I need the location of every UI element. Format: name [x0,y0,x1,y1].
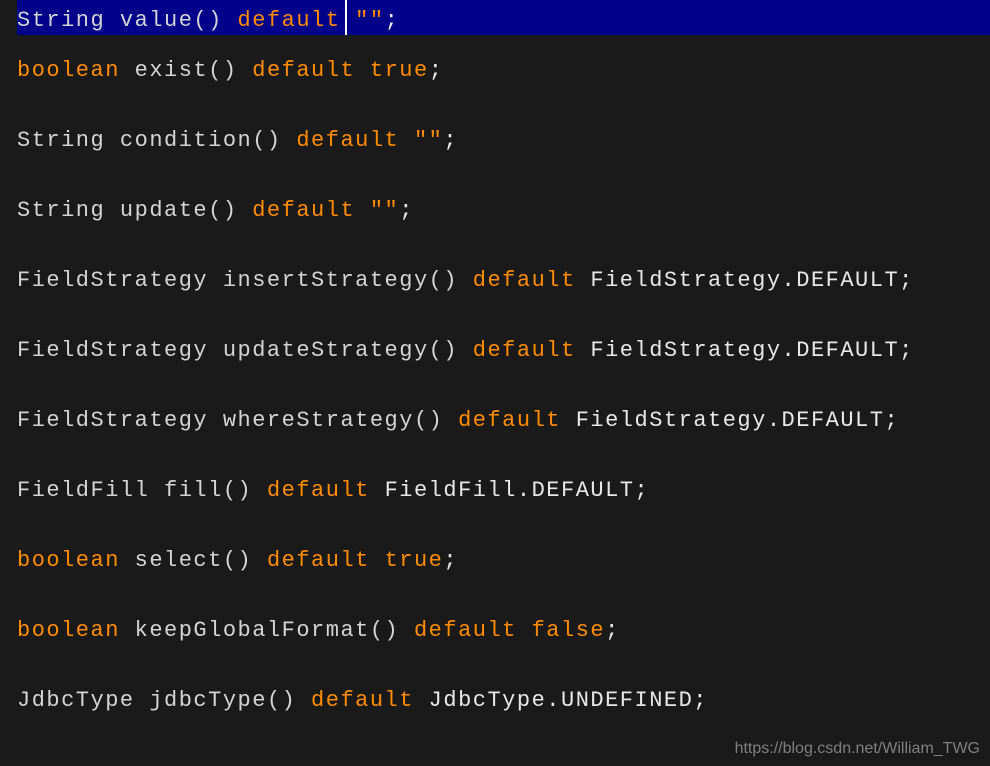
code-token: ; [605,618,620,643]
code-token: default [267,548,385,573]
code-token: default [473,338,591,363]
code-token: exist() [120,58,252,83]
code-token: FieldStrategy whereStrategy() [17,408,458,433]
code-token: default [473,268,591,293]
code-line[interactable]: FieldStrategy insertStrategy() default F… [17,245,990,315]
code-token: FieldStrategy.DEFAULT; [590,338,913,363]
code-token: String update() [17,198,252,223]
code-token: true [385,548,444,573]
code-token: keepGlobalFormat() [120,618,414,643]
code-token: false [532,618,606,643]
code-token: boolean [17,618,120,643]
code-token: ; [399,198,414,223]
code-token: select() [120,548,267,573]
code-token: FieldFill.DEFAULT; [385,478,650,503]
code-line[interactable]: boolean keepGlobalFormat() default false… [17,595,990,665]
code-token: FieldStrategy updateStrategy() [17,338,473,363]
code-token: ; [443,128,458,153]
code-token: String value() [17,8,238,33]
code-line[interactable]: boolean select() default true; [17,525,990,595]
code-token: boolean [17,58,120,83]
code-token: default [311,688,429,713]
code-token: "" [370,198,399,223]
code-token: default [267,478,385,503]
code-token: default [414,618,532,643]
code-line[interactable]: FieldFill fill() default FieldFill.DEFAU… [17,455,990,525]
code-token: default [252,198,370,223]
code-line[interactable]: String condition() default ""; [17,105,990,175]
code-token: ; [429,58,444,83]
code-token: boolean [17,548,120,573]
code-token: default [252,58,370,83]
code-token: FieldFill fill() [17,478,267,503]
code-token: ; [385,8,400,33]
code-line[interactable]: FieldStrategy whereStrategy() default Fi… [17,385,990,455]
watermark: https://blog.csdn.net/William_TWG [735,740,980,758]
code-line[interactable]: boolean exist() default true; [17,35,990,105]
code-token: true [370,58,429,83]
code-token: default [296,128,414,153]
code-token: default [238,8,356,33]
code-line[interactable]: FieldStrategy updateStrategy() default F… [17,315,990,385]
code-token: ; [443,548,458,573]
code-token: FieldStrategy.DEFAULT; [576,408,899,433]
code-line[interactable]: JdbcType jdbcType() default JdbcType.UND… [17,665,990,735]
code-token: FieldStrategy.DEFAULT; [590,268,913,293]
code-token: FieldStrategy insertStrategy() [17,268,473,293]
code-token: JdbcType jdbcType() [17,688,311,713]
code-token: default [458,408,576,433]
code-token: JdbcType.UNDEFINED; [429,688,708,713]
code-line[interactable]: String update() default ""; [17,175,990,245]
code-editor[interactable]: String value() default "";boolean exist(… [0,0,990,766]
code-token: String condition() [17,128,296,153]
code-token: "" [355,8,384,33]
code-token: "" [414,128,443,153]
code-line[interactable]: String value() default ""; [17,0,990,35]
